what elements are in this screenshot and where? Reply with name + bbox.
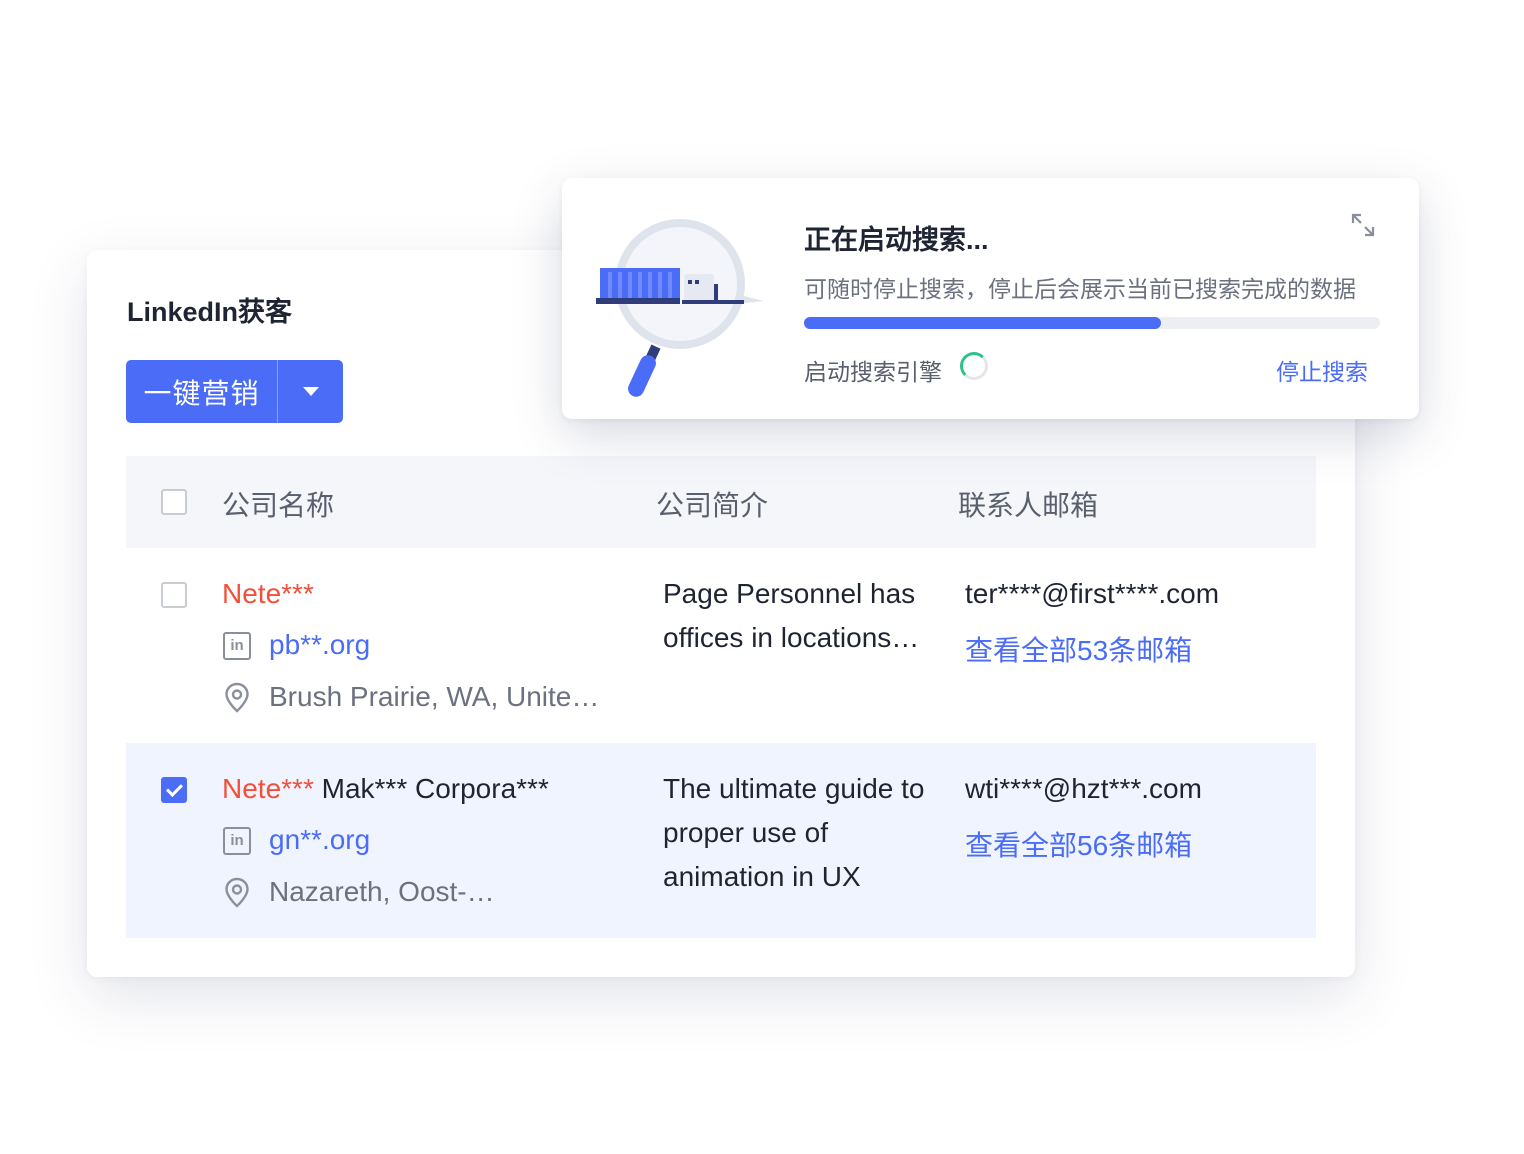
company-website-link[interactable]: gn**.org bbox=[269, 824, 370, 856]
row-checkbox[interactable] bbox=[161, 777, 187, 803]
company-name[interactable]: Nete*** bbox=[222, 578, 314, 610]
header-contact-email: 联系人邮箱 bbox=[958, 490, 1099, 521]
contact-email: wti****@hzt***.com bbox=[965, 773, 1202, 804]
header-company-name: 公司名称 bbox=[222, 490, 335, 521]
linkedin-icon: in bbox=[223, 827, 251, 855]
expand-icon[interactable] bbox=[1350, 212, 1376, 238]
panel-title: LinkedIn获客 bbox=[127, 297, 293, 327]
company-name[interactable]: Nete*** Mak*** Corpora*** bbox=[222, 773, 549, 805]
view-all-emails-link[interactable]: 查看全部56条邮箱 bbox=[965, 824, 1192, 864]
company-description: Page Personnel has offices in locations… bbox=[663, 578, 920, 653]
company-name-rest: Mak*** Corpora*** bbox=[321, 773, 549, 804]
company-location: Brush Prairie, WA, Unite… bbox=[269, 681, 600, 712]
table-row: Nete*** in pb**.org Brush Prairie, WA, U… bbox=[126, 548, 1316, 743]
header-company-intro: 公司简介 bbox=[656, 490, 769, 521]
table-row: Nete*** Mak*** Corpora*** in gn**.org Na… bbox=[126, 743, 1316, 938]
engine-status-label: 启动搜索引擎 bbox=[804, 359, 942, 385]
company-location: Nazareth, Oost-… bbox=[269, 876, 495, 907]
magnifier-illustration bbox=[596, 219, 764, 397]
company-table: 公司名称 公司简介 联系人邮箱 Nete*** in pb**.org Brus… bbox=[126, 456, 1316, 938]
select-all-checkbox[interactable] bbox=[161, 489, 187, 515]
company-website-link[interactable]: pb**.org bbox=[269, 629, 370, 661]
company-name-masked: Nete*** bbox=[222, 578, 314, 609]
loading-spinner-icon bbox=[960, 352, 988, 380]
chevron-down-icon bbox=[302, 387, 319, 396]
marketing-button-group: 一键营销 bbox=[126, 360, 343, 423]
row-checkbox[interactable] bbox=[161, 582, 187, 608]
table-header: 公司名称 公司简介 联系人邮箱 bbox=[126, 456, 1316, 548]
location-pin-icon bbox=[225, 682, 249, 713]
stop-search-link[interactable]: 停止搜索 bbox=[1276, 353, 1368, 387]
location-pin-icon bbox=[225, 877, 249, 908]
contact-email: ter****@first****.com bbox=[965, 578, 1220, 609]
linkedin-icon: in bbox=[223, 632, 251, 660]
search-progress-popup: 正在启动搜索... 可随时停止搜索，停止后会展示当前已搜索完成的数据 启动搜索引… bbox=[562, 178, 1419, 419]
one-click-marketing-button[interactable]: 一键营销 bbox=[126, 360, 278, 423]
marketing-dropdown-button[interactable] bbox=[278, 360, 343, 423]
search-progress-bar bbox=[804, 317, 1380, 329]
search-status-title: 正在启动搜索... bbox=[804, 225, 989, 255]
view-all-emails-link[interactable]: 查看全部53条邮箱 bbox=[965, 629, 1192, 669]
search-status-subtitle: 可随时停止搜索，停止后会展示当前已搜索完成的数据 bbox=[804, 276, 1356, 302]
company-description: The ultimate guide to proper use of anim… bbox=[663, 773, 925, 892]
company-name-masked: Nete*** bbox=[222, 773, 314, 804]
search-progress-fill bbox=[804, 317, 1162, 329]
